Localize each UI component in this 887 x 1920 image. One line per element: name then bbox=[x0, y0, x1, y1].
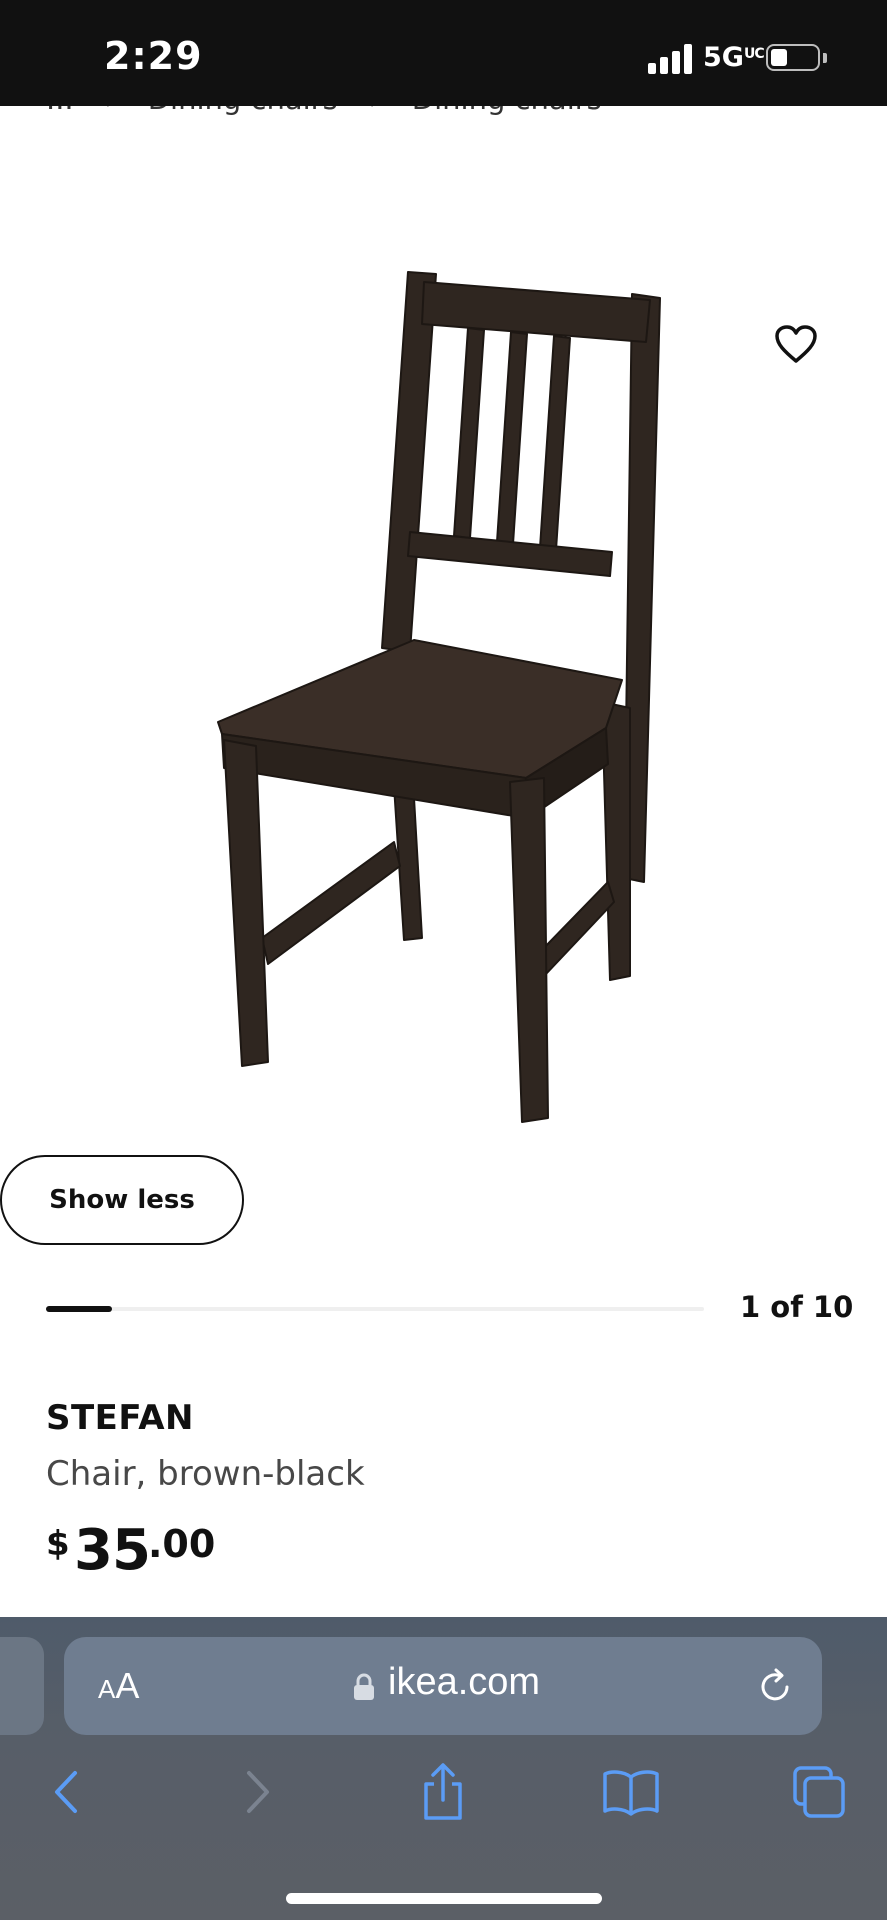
save-to-favourites-button[interactable] bbox=[768, 316, 824, 372]
gallery-progress-indicator bbox=[46, 1306, 112, 1312]
price-currency: $ bbox=[46, 1524, 70, 1564]
price-decimal: .00 bbox=[148, 1522, 216, 1566]
share-icon bbox=[424, 1763, 462, 1820]
address-bar[interactable]: AA ikea.com bbox=[64, 1637, 822, 1735]
chevron-left-icon bbox=[55, 1771, 77, 1813]
network-label: 5G bbox=[703, 42, 744, 73]
product-description: Chair, brown-black bbox=[46, 1454, 365, 1494]
aa-large: A bbox=[115, 1665, 140, 1706]
previous-tab-preview[interactable] bbox=[0, 1637, 44, 1735]
reader-aa-button[interactable]: AA bbox=[98, 1665, 139, 1707]
status-time: 2:29 bbox=[104, 34, 203, 78]
product-image-chair[interactable] bbox=[210, 262, 670, 1132]
share-button[interactable] bbox=[408, 1757, 478, 1827]
gallery-progress-track bbox=[46, 1306, 704, 1312]
gallery-counter: 1 of 10 bbox=[740, 1290, 854, 1324]
heart-icon bbox=[775, 325, 817, 363]
aa-small: A bbox=[98, 1674, 116, 1704]
show-less-button[interactable]: Show less bbox=[0, 1155, 244, 1245]
url-text[interactable]: ikea.com bbox=[388, 1661, 540, 1704]
price-whole: 35 bbox=[74, 1518, 151, 1583]
battery-icon bbox=[766, 44, 820, 71]
network-sup: UC bbox=[743, 46, 765, 62]
browser-bottom-bar: AA ikea.com bbox=[0, 1617, 887, 1920]
chevron-right-icon bbox=[247, 1771, 269, 1813]
tabs-button[interactable] bbox=[784, 1757, 854, 1827]
reload-icon[interactable] bbox=[754, 1665, 796, 1707]
home-indicator[interactable] bbox=[286, 1893, 602, 1904]
bookmarks-button[interactable] bbox=[596, 1757, 666, 1827]
back-button[interactable] bbox=[32, 1757, 102, 1827]
battery-cap bbox=[823, 53, 827, 63]
tabs-icon bbox=[793, 1766, 845, 1818]
forward-button[interactable] bbox=[222, 1757, 292, 1827]
status-bar: 2:29 5GUC bbox=[0, 0, 887, 106]
signal-strength-icon bbox=[648, 44, 694, 74]
product-name[interactable]: STEFAN bbox=[46, 1398, 194, 1438]
network-type: 5GUC bbox=[703, 42, 765, 73]
lock-icon bbox=[354, 1673, 374, 1700]
book-icon bbox=[603, 1770, 659, 1816]
